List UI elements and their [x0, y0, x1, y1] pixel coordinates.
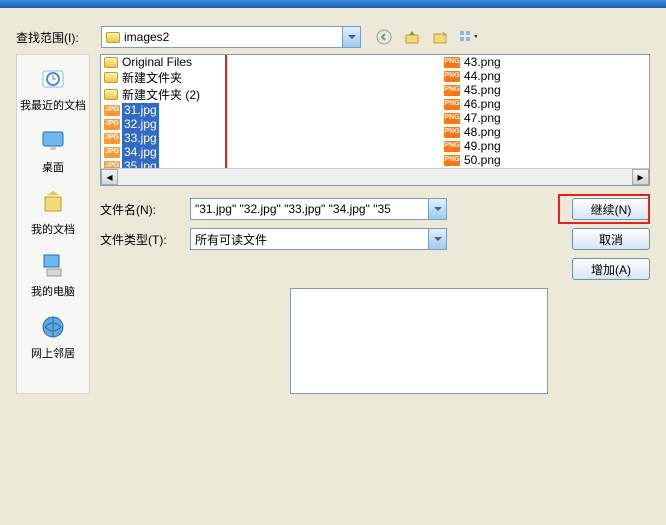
place-network[interactable]: 网上邻居 [31, 311, 75, 361]
file-item[interactable]: PNG50.png [441, 153, 561, 167]
file-item[interactable]: 新建文件夹 (2) [101, 86, 441, 103]
file-name: Original Files [120, 55, 194, 69]
png-icon: PNG [444, 57, 460, 68]
mydocs-icon [37, 187, 69, 219]
dialog-content: 查找范围(I): images2 [0, 8, 666, 402]
png-icon: PNG [444, 155, 460, 166]
file-name: 45.png [462, 83, 503, 97]
main-area: 我最近的文档 桌面 我的文档 我的电脑 [16, 54, 650, 394]
file-name: 47.png [462, 111, 503, 125]
look-in-value: images2 [124, 30, 342, 44]
file-type-combo[interactable]: 所有可读文件 [190, 228, 447, 250]
file-item[interactable]: JPG32.jpg [101, 117, 441, 131]
look-in-combo[interactable]: images2 [101, 26, 361, 48]
file-item[interactable]: PNG48.png [441, 125, 561, 139]
chevron-down-icon[interactable] [428, 229, 446, 249]
folder-icon [104, 72, 118, 83]
jpg-icon: JPG [104, 105, 120, 116]
png-icon: PNG [444, 141, 460, 152]
file-name: 新建文件夹 [120, 69, 184, 86]
file-item[interactable]: JPG33.jpg [101, 131, 441, 145]
preview-pane [290, 288, 548, 394]
file-item[interactable]: PNG47.png [441, 111, 561, 125]
horizontal-scrollbar[interactable]: ◂ ▸ [101, 168, 649, 185]
file-item[interactable]: PNG49.png [441, 139, 561, 153]
file-item[interactable]: JPG31.jpg [101, 103, 441, 117]
file-name: 48.png [462, 125, 503, 139]
place-label: 我的文档 [31, 221, 75, 237]
file-name-label: 文件名(N): [100, 201, 190, 218]
scroll-track[interactable] [118, 169, 632, 185]
scroll-left-button[interactable]: ◂ [101, 169, 118, 185]
look-in-label: 查找范围(I): [16, 29, 101, 46]
file-name: 32.jpg [122, 117, 159, 131]
cancel-button[interactable]: 取消 [572, 228, 650, 250]
place-desktop[interactable]: 桌面 [37, 125, 69, 175]
place-label: 我的电脑 [31, 283, 75, 299]
file-name: 44.png [462, 69, 503, 83]
file-name: 新建文件夹 (2) [120, 86, 202, 103]
file-item[interactable]: PNG46.png [441, 97, 561, 111]
jpg-icon: JPG [104, 119, 120, 130]
place-mycomputer[interactable]: 我的电脑 [31, 249, 75, 299]
nav-icons [375, 28, 477, 46]
file-item[interactable]: 新建文件夹 [101, 69, 441, 86]
view-menu-icon[interactable] [459, 28, 477, 46]
png-icon: PNG [444, 99, 460, 110]
folder-icon [106, 32, 120, 43]
network-icon [37, 311, 69, 343]
file-name: 31.jpg [122, 103, 159, 117]
file-name: 43.png [462, 55, 503, 69]
file-columns: Original Files新建文件夹新建文件夹 (2)JPG31.jpgJPG… [101, 55, 649, 185]
add-button[interactable]: 增加(A) [572, 258, 650, 280]
folder-icon [104, 57, 118, 68]
folder-icon [104, 89, 118, 100]
desktop-icon [37, 125, 69, 157]
new-folder-icon[interactable] [431, 28, 449, 46]
file-item[interactable]: PNG45.png [441, 83, 561, 97]
file-type-value: 所有可读文件 [191, 231, 428, 248]
place-label: 我最近的文档 [20, 97, 86, 113]
look-in-row: 查找范围(I): images2 [16, 26, 650, 48]
chevron-down-icon[interactable] [428, 199, 446, 219]
up-one-level-icon[interactable] [403, 28, 421, 46]
bottom-controls: 文件名(N): "31.jpg" "32.jpg" "33.jpg" "34.j… [100, 198, 650, 288]
file-list-inner: Original Files新建文件夹新建文件夹 (2)JPG31.jpgJPG… [101, 55, 649, 185]
file-name: 34.jpg [122, 145, 159, 159]
file-name: 46.png [462, 97, 503, 111]
png-icon: PNG [444, 113, 460, 124]
recent-icon [37, 63, 69, 95]
png-icon: PNG [444, 71, 460, 82]
scroll-right-button[interactable]: ▸ [632, 169, 649, 185]
continue-button[interactable]: 继续(N) [572, 198, 650, 220]
places-bar: 我最近的文档 桌面 我的文档 我的电脑 [16, 54, 90, 394]
file-list[interactable]: Original Files新建文件夹新建文件夹 (2)JPG31.jpgJPG… [100, 54, 650, 186]
file-item[interactable]: Original Files [101, 55, 441, 69]
place-label: 网上邻居 [31, 345, 75, 361]
place-mydocs[interactable]: 我的文档 [31, 187, 75, 237]
back-icon[interactable] [375, 28, 393, 46]
file-item[interactable]: JPG34.jpg [101, 145, 441, 159]
chevron-down-icon[interactable] [342, 27, 360, 47]
place-recent[interactable]: 我最近的文档 [20, 63, 86, 113]
file-item[interactable]: PNG44.png [441, 69, 561, 83]
file-name-combo[interactable]: "31.jpg" "32.jpg" "33.jpg" "34.jpg" "35 [190, 198, 447, 220]
png-icon: PNG [444, 85, 460, 96]
file-name: 49.png [462, 139, 503, 153]
file-name: 33.jpg [122, 131, 159, 145]
file-type-label: 文件类型(T): [100, 231, 190, 248]
place-label: 桌面 [42, 159, 64, 175]
file-name: 50.png [462, 153, 503, 167]
mycomputer-icon [37, 249, 69, 281]
jpg-icon: JPG [104, 133, 120, 144]
file-item[interactable]: PNG43.png [441, 55, 561, 69]
window-titlebar [0, 0, 666, 8]
png-icon: PNG [444, 127, 460, 138]
file-name-value: "31.jpg" "32.jpg" "33.jpg" "34.jpg" "35 [191, 202, 428, 216]
jpg-icon: JPG [104, 147, 120, 158]
